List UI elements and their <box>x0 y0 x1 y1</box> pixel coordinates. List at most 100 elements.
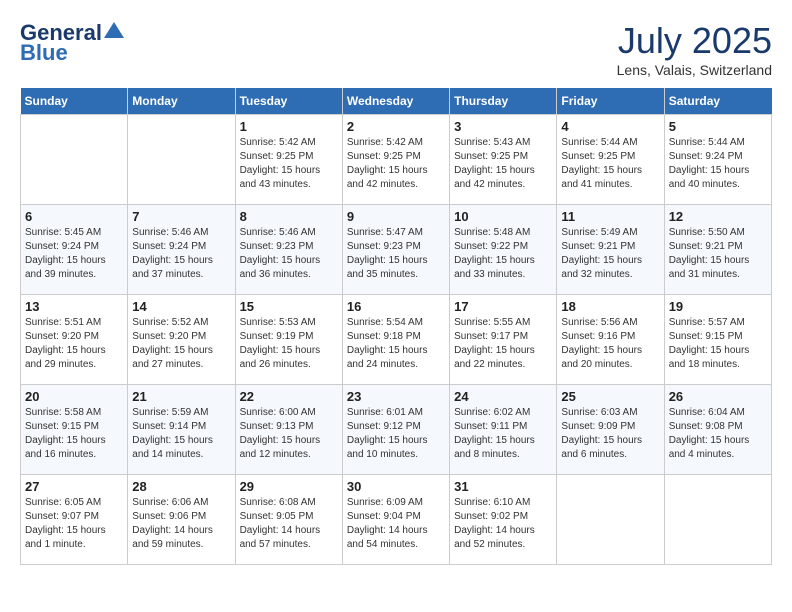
table-cell: 9 Sunrise: 5:47 AM Sunset: 9:23 PM Daylig… <box>342 205 449 295</box>
week-row-5: 27 Sunrise: 6:05 AM Sunset: 9:07 PM Dayli… <box>21 475 772 565</box>
day-number: 4 <box>561 119 659 134</box>
table-cell: 25Sunrise: 6:03 AM Sunset: 9:09 PM Dayli… <box>557 385 664 475</box>
table-cell: 11 Sunrise: 5:49 AM Sunset: 9:21 PM Dayli… <box>557 205 664 295</box>
week-row-2: 6 Sunrise: 5:45 AM Sunset: 9:24 PM Daylig… <box>21 205 772 295</box>
day-number: 9 <box>347 209 445 224</box>
table-cell: 6 Sunrise: 5:45 AM Sunset: 9:24 PM Daylig… <box>21 205 128 295</box>
day-number: 13 <box>25 299 123 314</box>
table-cell: 29 Sunrise: 6:08 AM Sunset: 9:05 PM Dayli… <box>235 475 342 565</box>
day-number: 17 <box>454 299 552 314</box>
table-cell: 7 Sunrise: 5:46 AM Sunset: 9:24 PM Daylig… <box>128 205 235 295</box>
day-info: Sunrise: 5:45 AM Sunset: 9:24 PM Dayligh… <box>25 226 123 282</box>
day-info: Sunrise: 6:02 AM Sunset: 9:11 PM Dayligh… <box>454 406 552 462</box>
table-cell: 24Sunrise: 6:02 AM Sunset: 9:11 PM Dayli… <box>450 385 557 475</box>
day-info: Sunrise: 6:06 AM Sunset: 9:06 PM Dayligh… <box>132 496 230 552</box>
day-number: 14 <box>132 299 230 314</box>
table-cell: 19Sunrise: 5:57 AM Sunset: 9:15 PM Dayli… <box>664 295 771 385</box>
week-row-3: 13 Sunrise: 5:51 AM Sunset: 9:20 PM Dayli… <box>21 295 772 385</box>
table-cell: 2 Sunrise: 5:42 AM Sunset: 9:25 PM Daylig… <box>342 115 449 205</box>
header-wednesday: Wednesday <box>342 88 449 115</box>
day-info: Sunrise: 5:58 AM Sunset: 9:15 PM Dayligh… <box>25 406 123 462</box>
table-cell: 18 Sunrise: 5:56 AM Sunset: 9:16 PM Dayli… <box>557 295 664 385</box>
day-info: Sunrise: 5:48 AM Sunset: 9:22 PM Dayligh… <box>454 226 552 282</box>
day-info: Sunrise: 5:44 AM Sunset: 9:25 PM Dayligh… <box>561 136 659 192</box>
table-cell: 21 Sunrise: 5:59 AM Sunset: 9:14 PM Dayli… <box>128 385 235 475</box>
day-number: 7 <box>132 209 230 224</box>
table-cell: 12 Sunrise: 5:50 AM Sunset: 9:21 PM Dayli… <box>664 205 771 295</box>
day-info: Sunrise: 5:52 AM Sunset: 9:20 PM Dayligh… <box>132 316 230 372</box>
day-info: Sunrise: 6:00 AM Sunset: 9:13 PM Dayligh… <box>240 406 338 462</box>
header-row: Sunday Monday Tuesday Wednesday Thursday… <box>21 88 772 115</box>
table-cell: 23Sunrise: 6:01 AM Sunset: 9:12 PM Dayli… <box>342 385 449 475</box>
day-info: Sunrise: 5:43 AM Sunset: 9:25 PM Dayligh… <box>454 136 552 192</box>
day-number: 12 <box>669 209 767 224</box>
day-info: Sunrise: 5:47 AM Sunset: 9:23 PM Dayligh… <box>347 226 445 282</box>
day-info: Sunrise: 6:09 AM Sunset: 9:04 PM Dayligh… <box>347 496 445 552</box>
table-cell <box>21 115 128 205</box>
day-info: Sunrise: 5:59 AM Sunset: 9:14 PM Dayligh… <box>132 406 230 462</box>
day-info: Sunrise: 5:42 AM Sunset: 9:25 PM Dayligh… <box>347 136 445 192</box>
page-header: General Blue July 2025 Lens, Valais, Swi… <box>20 20 772 78</box>
week-row-4: 20 Sunrise: 5:58 AM Sunset: 9:15 PM Dayli… <box>21 385 772 475</box>
day-info: Sunrise: 5:44 AM Sunset: 9:24 PM Dayligh… <box>669 136 767 192</box>
day-info: Sunrise: 6:03 AM Sunset: 9:09 PM Dayligh… <box>561 406 659 462</box>
day-number: 6 <box>25 209 123 224</box>
table-cell <box>128 115 235 205</box>
day-number: 15 <box>240 299 338 314</box>
day-number: 22 <box>240 389 338 404</box>
day-number: 3 <box>454 119 552 134</box>
header-monday: Monday <box>128 88 235 115</box>
day-number: 5 <box>669 119 767 134</box>
table-cell: 31 Sunrise: 6:10 AM Sunset: 9:02 PM Dayli… <box>450 475 557 565</box>
day-info: Sunrise: 5:53 AM Sunset: 9:19 PM Dayligh… <box>240 316 338 372</box>
table-cell: 27 Sunrise: 6:05 AM Sunset: 9:07 PM Dayli… <box>21 475 128 565</box>
header-tuesday: Tuesday <box>235 88 342 115</box>
location-subtitle: Lens, Valais, Switzerland <box>617 62 772 78</box>
day-number: 29 <box>240 479 338 494</box>
day-number: 18 <box>561 299 659 314</box>
table-cell: 17 Sunrise: 5:55 AM Sunset: 9:17 PM Dayli… <box>450 295 557 385</box>
day-number: 10 <box>454 209 552 224</box>
table-cell: 13 Sunrise: 5:51 AM Sunset: 9:20 PM Dayli… <box>21 295 128 385</box>
day-info: Sunrise: 5:46 AM Sunset: 9:23 PM Dayligh… <box>240 226 338 282</box>
day-number: 31 <box>454 479 552 494</box>
logo-blue: Blue <box>20 40 68 66</box>
logo: General Blue <box>20 20 124 66</box>
day-number: 21 <box>132 389 230 404</box>
table-cell: 14 Sunrise: 5:52 AM Sunset: 9:20 PM Dayli… <box>128 295 235 385</box>
header-saturday: Saturday <box>664 88 771 115</box>
header-thursday: Thursday <box>450 88 557 115</box>
day-info: Sunrise: 5:54 AM Sunset: 9:18 PM Dayligh… <box>347 316 445 372</box>
logo-icon <box>104 22 124 38</box>
day-info: Sunrise: 5:50 AM Sunset: 9:21 PM Dayligh… <box>669 226 767 282</box>
day-info: Sunrise: 6:04 AM Sunset: 9:08 PM Dayligh… <box>669 406 767 462</box>
table-cell: 28 Sunrise: 6:06 AM Sunset: 9:06 PM Dayli… <box>128 475 235 565</box>
day-info: Sunrise: 6:08 AM Sunset: 9:05 PM Dayligh… <box>240 496 338 552</box>
day-info: Sunrise: 5:46 AM Sunset: 9:24 PM Dayligh… <box>132 226 230 282</box>
day-info: Sunrise: 6:01 AM Sunset: 9:12 PM Dayligh… <box>347 406 445 462</box>
day-number: 27 <box>25 479 123 494</box>
day-info: Sunrise: 6:10 AM Sunset: 9:02 PM Dayligh… <box>454 496 552 552</box>
day-info: Sunrise: 5:56 AM Sunset: 9:16 PM Dayligh… <box>561 316 659 372</box>
table-cell: 30 Sunrise: 6:09 AM Sunset: 9:04 PM Dayli… <box>342 475 449 565</box>
table-cell: 20 Sunrise: 5:58 AM Sunset: 9:15 PM Dayli… <box>21 385 128 475</box>
table-cell: 8Sunrise: 5:46 AM Sunset: 9:23 PM Daylig… <box>235 205 342 295</box>
table-cell: 5 Sunrise: 5:44 AM Sunset: 9:24 PM Daylig… <box>664 115 771 205</box>
day-number: 26 <box>669 389 767 404</box>
table-cell: 4 Sunrise: 5:44 AM Sunset: 9:25 PM Daylig… <box>557 115 664 205</box>
table-cell <box>664 475 771 565</box>
day-number: 20 <box>25 389 123 404</box>
header-friday: Friday <box>557 88 664 115</box>
table-cell: 10 Sunrise: 5:48 AM Sunset: 9:22 PM Dayli… <box>450 205 557 295</box>
day-info: Sunrise: 5:55 AM Sunset: 9:17 PM Dayligh… <box>454 316 552 372</box>
day-number: 16 <box>347 299 445 314</box>
day-info: Sunrise: 5:51 AM Sunset: 9:20 PM Dayligh… <box>25 316 123 372</box>
day-info: Sunrise: 5:42 AM Sunset: 9:25 PM Dayligh… <box>240 136 338 192</box>
day-info: Sunrise: 6:05 AM Sunset: 9:07 PM Dayligh… <box>25 496 123 552</box>
day-info: Sunrise: 5:49 AM Sunset: 9:21 PM Dayligh… <box>561 226 659 282</box>
day-number: 2 <box>347 119 445 134</box>
day-number: 30 <box>347 479 445 494</box>
day-number: 11 <box>561 209 659 224</box>
day-number: 28 <box>132 479 230 494</box>
table-cell: 3 Sunrise: 5:43 AM Sunset: 9:25 PM Daylig… <box>450 115 557 205</box>
